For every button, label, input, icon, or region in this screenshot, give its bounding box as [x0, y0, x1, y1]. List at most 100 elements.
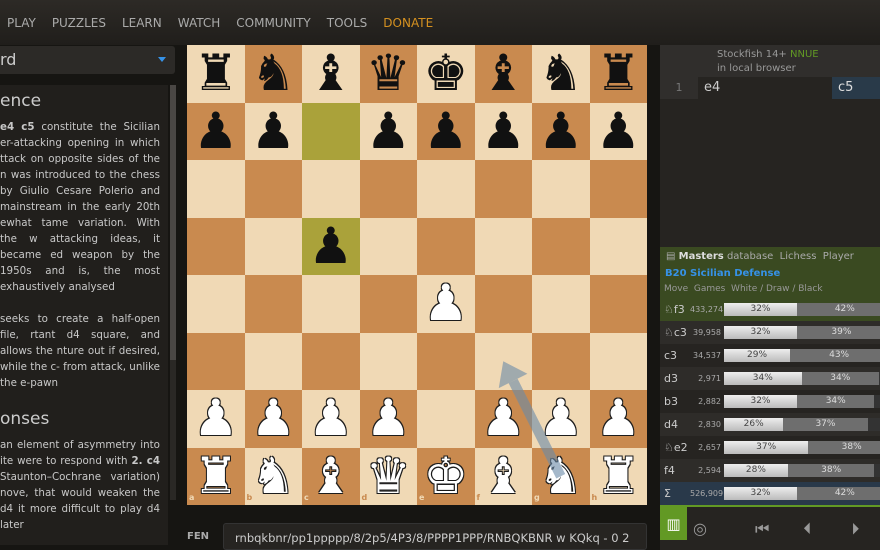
nav-puzzles[interactable]: PUZZLES: [52, 16, 106, 30]
explorer-row[interactable]: ♘c3 39,958 32% 39%: [660, 321, 880, 344]
square-g4[interactable]: [532, 275, 590, 333]
scrollbar[interactable]: [170, 85, 176, 500]
white-queen-d1[interactable]: ♛: [360, 447, 418, 506]
black-pawn-e7[interactable]: ♟: [417, 102, 475, 161]
nav-watch[interactable]: WATCH: [178, 16, 221, 30]
nav-tools[interactable]: TOOLS: [327, 16, 368, 30]
games: 2,594: [698, 466, 721, 475]
chess-board[interactable]: ♜ ♞ ♝ ♛ ♚ ♝ ♞ ♜ ♟ ♟ ♟ ♟ ♟ ♟ ♟ ♟ ♟ ♟ ♟ ♟ ♟ ♟ ♟ ♟ ♜ ♞ ♝ ♛ ♚ ♝ ♞ ♜ a b c d e f g h…: [187, 45, 647, 505]
black-knight-b8[interactable]: ♞: [245, 45, 303, 103]
black-pawn-b7[interactable]: ♟: [245, 102, 303, 161]
move-white[interactable]: e4: [698, 77, 832, 99]
explorer-row[interactable]: f4 2,594 28% 38%: [660, 459, 880, 482]
square-b4[interactable]: [244, 275, 302, 333]
square-g3[interactable]: [532, 332, 590, 390]
black-pawn-c5[interactable]: ♟: [302, 217, 360, 276]
square-f5[interactable]: [474, 217, 532, 275]
black-pct: [867, 418, 880, 431]
square-d3[interactable]: [359, 332, 417, 390]
square-d4[interactable]: [359, 275, 417, 333]
square-b5[interactable]: [244, 217, 302, 275]
square-c4[interactable]: [302, 275, 360, 333]
draw-pct: 37%: [783, 418, 868, 431]
square-f3[interactable]: [474, 332, 532, 390]
square-e3[interactable]: [417, 332, 475, 390]
black-bishop-f8[interactable]: ♝: [475, 45, 533, 103]
scroll-thumb[interactable]: [170, 85, 176, 360]
square-b6[interactable]: [244, 160, 302, 218]
fen-input[interactable]: rnbqkbnr/pp1ppppp/8/2p5/4P3/8/PPPP1PPP/R…: [223, 523, 647, 550]
white-pawn-g2[interactable]: ♟: [532, 390, 590, 448]
white-bishop-f1[interactable]: ♝: [475, 447, 533, 506]
square-f4[interactable]: [474, 275, 532, 333]
move-list: 1 e4 c5: [660, 77, 880, 99]
square-e2[interactable]: [417, 390, 475, 448]
rank-label: 6: [639, 162, 645, 171]
black-rook-a8[interactable]: ♜: [187, 45, 245, 103]
black-king-e8[interactable]: ♚: [417, 45, 475, 103]
white-pawn-d2[interactable]: ♟: [360, 390, 418, 448]
draw-pct: 34%: [796, 395, 875, 408]
black-bishop-c8[interactable]: ♝: [302, 45, 360, 103]
nav-learn[interactable]: LEARN: [122, 16, 162, 30]
square-e5[interactable]: [417, 217, 475, 275]
white-pawn-b2[interactable]: ♟: [245, 390, 303, 448]
opening-name[interactable]: B20 Sicilian Defense: [660, 267, 880, 282]
square-b3[interactable]: [244, 332, 302, 390]
explorer-row[interactable]: ♘e2 2,657 37% 38%: [660, 436, 880, 459]
square-a5[interactable]: [187, 217, 245, 275]
tab-player[interactable]: Player: [823, 251, 854, 262]
white-king-e1[interactable]: ♚: [417, 447, 475, 506]
white-pawn-a2[interactable]: ♟: [187, 390, 245, 448]
draw-pct: 34%: [801, 372, 880, 385]
square-a4[interactable]: [187, 275, 245, 333]
white-bishop-c1[interactable]: ♝: [302, 447, 360, 506]
square-a6[interactable]: [187, 160, 245, 218]
black-pawn-a7[interactable]: ♟: [187, 102, 245, 161]
explorer-row[interactable]: b3 2,882 32% 34%: [660, 390, 880, 413]
move-black[interactable]: c5: [832, 77, 880, 99]
tab-lichess[interactable]: Lichess: [780, 251, 817, 262]
white-rook-a1[interactable]: ♜: [187, 447, 245, 506]
target-icon[interactable]: ◎: [693, 519, 707, 538]
opening-explorer-button[interactable]: ▥: [660, 507, 687, 540]
black-pawn-d7[interactable]: ♟: [360, 102, 418, 161]
square-c6[interactable]: [302, 160, 360, 218]
rank-label: 1: [639, 449, 645, 459]
explorer-row[interactable]: d3 2,971 34% 34%: [660, 367, 880, 390]
square-f6[interactable]: [474, 160, 532, 218]
prev-move-icon[interactable]: ⏴: [803, 519, 811, 539]
explorer-row[interactable]: Σ 526,909 32% 42%: [660, 482, 880, 505]
square-e6[interactable]: [417, 160, 475, 218]
file-label: b: [246, 493, 253, 502]
square-g6[interactable]: [532, 160, 590, 218]
square-d5[interactable]: [359, 217, 417, 275]
square-g5[interactable]: [532, 217, 590, 275]
square-c7[interactable]: [302, 102, 360, 160]
file-label: d: [361, 493, 368, 502]
square-a3[interactable]: [187, 332, 245, 390]
white-knight-g1[interactable]: ♞: [532, 447, 590, 506]
nav-play[interactable]: PLAY: [7, 16, 36, 30]
explorer-row[interactable]: d4 2,830 26% 37%: [660, 413, 880, 436]
move: Σ: [664, 487, 671, 500]
white-pawn-f2[interactable]: ♟: [475, 390, 533, 448]
black-knight-g8[interactable]: ♞: [532, 45, 590, 103]
white-pawn-e4[interactable]: ♟: [417, 275, 475, 333]
nav-donate[interactable]: DONATE: [383, 16, 433, 30]
explorer-row[interactable]: ♘f3 433,274 32% 42%: [660, 298, 880, 321]
first-move-icon[interactable]: ⏮: [755, 519, 769, 539]
nav-community[interactable]: COMMUNITY: [236, 16, 311, 30]
square-d6[interactable]: [359, 160, 417, 218]
explorer-row[interactable]: c3 34,537 29% 43%: [660, 344, 880, 367]
black-pawn-g7[interactable]: ♟: [532, 102, 590, 161]
next-move-icon[interactable]: ⏵: [851, 519, 859, 539]
white-pawn-c2[interactable]: ♟: [302, 390, 360, 448]
black-queen-d8[interactable]: ♛: [360, 45, 418, 103]
black-pawn-f7[interactable]: ♟: [475, 102, 533, 161]
white-knight-b1[interactable]: ♞: [245, 447, 303, 506]
square-c3[interactable]: [302, 332, 360, 390]
board-select[interactable]: rd: [0, 46, 175, 74]
file-label: g: [534, 493, 540, 502]
tab-masters[interactable]: Masters database: [679, 251, 774, 262]
